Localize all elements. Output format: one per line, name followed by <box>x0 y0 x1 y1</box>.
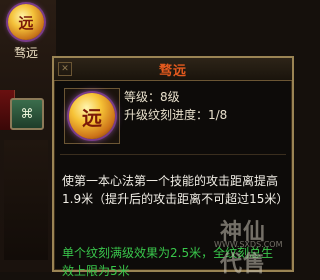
green-slot-icon: ⌘ <box>20 106 34 122</box>
gold-orb-icon: 远 <box>69 93 115 139</box>
skill-info: 等级：8级 升级纹刻进度：1/8 <box>124 88 286 124</box>
orb-glyph: 远 <box>82 105 102 130</box>
orb-glyph: 远 <box>18 13 34 32</box>
skill-slot-wuyuan[interactable]: 远 骛远 <box>6 4 46 62</box>
tooltip-title: 骛远 <box>158 63 187 79</box>
skill-description: 使第一本心法第一个技能的攻击距离提高1.9米（提升后的攻击距离不可超过15米） <box>62 174 289 206</box>
skill-name-label: 骛远 <box>13 46 38 60</box>
skill-level: 等级：8级 <box>124 90 180 104</box>
skill-icon-frame: 远 <box>64 88 120 144</box>
watermark-url: WWW.SXDS.COM <box>214 240 283 249</box>
divider <box>60 154 286 155</box>
background-decoration <box>4 140 48 260</box>
skill-tooltip: ✕ 骛远 远 等级：8级 升级纹刻进度：1/8 使第一本心法第一个技能的攻击距离… <box>52 56 294 278</box>
gold-orb-icon[interactable]: 远 <box>8 4 44 40</box>
green-skill-slot[interactable]: ⌘ <box>10 98 44 130</box>
watermark: 神仙代售 WWW.SXDS.COM <box>214 210 288 277</box>
tooltip-header: ✕ 骛远 <box>54 58 292 81</box>
left-strip: 远 骛远 ⌘ <box>0 0 56 272</box>
upgrade-progress: 升级纹刻进度：1/8 <box>124 108 228 122</box>
close-icon[interactable]: ✕ <box>58 62 72 76</box>
